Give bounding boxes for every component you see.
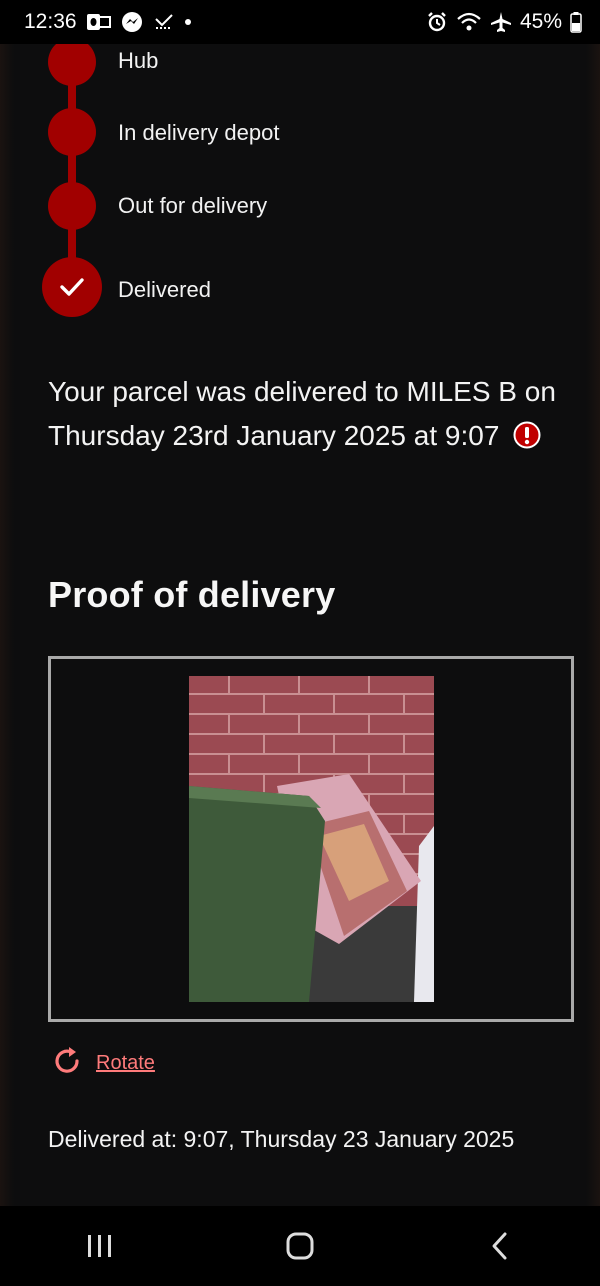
proof-photo[interactable] bbox=[189, 676, 434, 1002]
rotate-link[interactable]: Rotate bbox=[96, 1052, 155, 1075]
messenger-icon bbox=[121, 11, 143, 33]
system-nav-bar bbox=[0, 1206, 600, 1286]
check-icon bbox=[60, 278, 84, 296]
timeline-label-out-for-delivery: Out for delivery bbox=[118, 193, 268, 218]
timeline-label-depot: In delivery depot bbox=[118, 120, 280, 145]
proof-of-delivery-heading: Proof of delivery bbox=[48, 574, 336, 615]
recents-button[interactable] bbox=[60, 1216, 140, 1276]
delivery-timeline: Hub In delivery depot Out for delivery D… bbox=[0, 44, 600, 334]
tracking-content[interactable]: Hub In delivery depot Out for delivery D… bbox=[0, 44, 600, 1206]
timeline-node-depot bbox=[48, 108, 96, 156]
back-icon bbox=[492, 1232, 507, 1260]
timeline-node-delivered bbox=[42, 257, 102, 317]
status-time: 12:36 bbox=[24, 10, 77, 33]
alert-icon[interactable] bbox=[513, 418, 541, 462]
battery-icon bbox=[570, 11, 582, 33]
screen: 12:36 45% Hub In delivery depot Out for … bbox=[0, 0, 600, 1286]
rotate-control[interactable]: Rotate bbox=[50, 1044, 155, 1083]
timeline-label-delivered: Delivered bbox=[118, 277, 211, 302]
status-right: 45% bbox=[426, 10, 582, 34]
proof-photo-frame[interactable] bbox=[48, 656, 574, 1022]
call-missed-icon bbox=[153, 11, 175, 33]
outlook-icon bbox=[86, 12, 111, 32]
alarm-icon bbox=[426, 11, 448, 33]
timeline-label-hub: Hub bbox=[118, 48, 159, 73]
delivered-at-text: Delivered at: 9:07, Thursday 23 January … bbox=[48, 1126, 515, 1152]
back-button[interactable] bbox=[460, 1216, 540, 1276]
status-bar: 12:36 45% bbox=[0, 0, 600, 44]
battery-percent: 45% bbox=[519, 10, 562, 33]
timeline-node-hub bbox=[48, 44, 96, 86]
recents-icon bbox=[88, 1235, 111, 1257]
delivery-message-text: Your parcel was delivered to MILES B on … bbox=[48, 376, 556, 451]
delivery-message: Your parcel was delivered to MILES B on … bbox=[48, 370, 568, 462]
timeline-node-out-for-delivery bbox=[48, 182, 96, 230]
status-left: 12:36 bbox=[24, 10, 191, 34]
home-icon bbox=[286, 1232, 314, 1260]
wifi-icon bbox=[456, 11, 482, 33]
notification-dot bbox=[184, 19, 191, 25]
airplane-icon bbox=[490, 11, 512, 33]
home-button[interactable] bbox=[260, 1216, 340, 1276]
rotate-icon[interactable] bbox=[50, 1044, 84, 1083]
